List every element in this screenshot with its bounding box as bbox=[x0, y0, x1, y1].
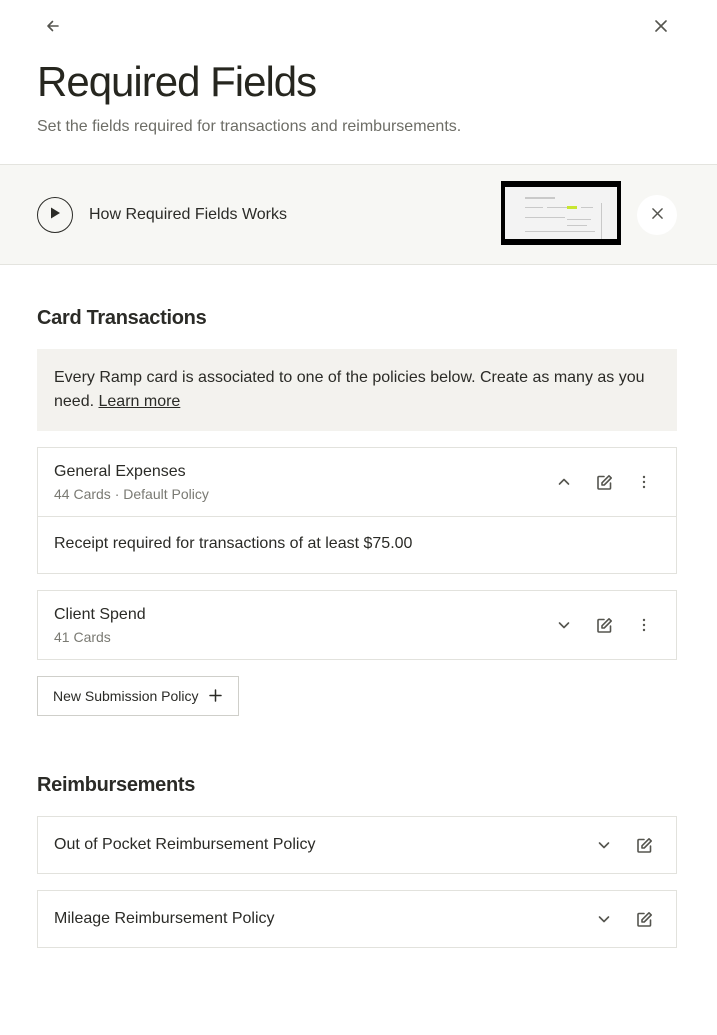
video-banner: How Required Fields Works bbox=[0, 164, 717, 265]
edit-icon[interactable] bbox=[592, 470, 616, 494]
policy-name: Out of Pocket Reimbursement Policy bbox=[54, 836, 316, 853]
close-icon bbox=[651, 206, 663, 224]
chevron-down-icon[interactable] bbox=[592, 907, 616, 931]
policy-meta: 41 Cards bbox=[54, 629, 111, 645]
reimbursements-title: Reimbursements bbox=[37, 774, 196, 796]
plus-icon bbox=[209, 689, 222, 705]
chevron-up-icon[interactable] bbox=[552, 470, 576, 494]
policy-card-header[interactable]: Client Spend 41 Cards bbox=[38, 591, 676, 659]
policy-info-box: Every Ramp card is associated to one of … bbox=[37, 349, 677, 431]
back-button[interactable] bbox=[37, 12, 69, 44]
edit-icon[interactable] bbox=[632, 907, 656, 931]
new-submission-policy-button[interactable]: New Submission Policy bbox=[37, 676, 239, 716]
close-icon bbox=[655, 19, 667, 37]
page-title: Required Fields bbox=[37, 58, 317, 105]
play-button[interactable] bbox=[37, 197, 73, 233]
policy-meta: 44 Cards · Default Policy bbox=[54, 486, 209, 502]
policy-name: General Expenses bbox=[54, 463, 186, 480]
chevron-down-icon[interactable] bbox=[592, 833, 616, 857]
arrow-left-icon bbox=[46, 19, 60, 38]
policy-card-client-spend: Client Spend 41 Cards bbox=[37, 590, 677, 660]
dismiss-video-button[interactable] bbox=[637, 195, 677, 235]
card-transactions-title: Card Transactions bbox=[37, 307, 207, 329]
video-title[interactable]: How Required Fields Works bbox=[89, 206, 287, 224]
learn-more-link[interactable]: Learn more bbox=[99, 393, 181, 410]
policy-name: Client Spend bbox=[54, 606, 146, 623]
policy-card-header[interactable]: General Expenses 44 Cards · Default Poli… bbox=[38, 448, 676, 516]
close-button[interactable] bbox=[645, 12, 677, 44]
play-icon bbox=[49, 206, 61, 225]
policy-card-mileage[interactable]: Mileage Reimbursement Policy bbox=[37, 890, 677, 948]
policy-card-out-of-pocket[interactable]: Out of Pocket Reimbursement Policy bbox=[37, 816, 677, 874]
policy-rule: Receipt required for transactions of at … bbox=[38, 516, 676, 573]
edit-icon[interactable] bbox=[632, 833, 656, 857]
edit-icon[interactable] bbox=[592, 613, 616, 637]
policy-name: Mileage Reimbursement Policy bbox=[54, 910, 275, 927]
chevron-down-icon[interactable] bbox=[552, 613, 576, 637]
new-policy-label: New Submission Policy bbox=[53, 688, 199, 704]
more-vertical-icon[interactable] bbox=[632, 470, 656, 494]
page-subtitle: Set the fields required for transactions… bbox=[37, 118, 462, 135]
video-thumbnail[interactable] bbox=[501, 181, 621, 245]
policy-card-general-expenses: General Expenses 44 Cards · Default Poli… bbox=[37, 447, 677, 574]
more-vertical-icon[interactable] bbox=[632, 613, 656, 637]
